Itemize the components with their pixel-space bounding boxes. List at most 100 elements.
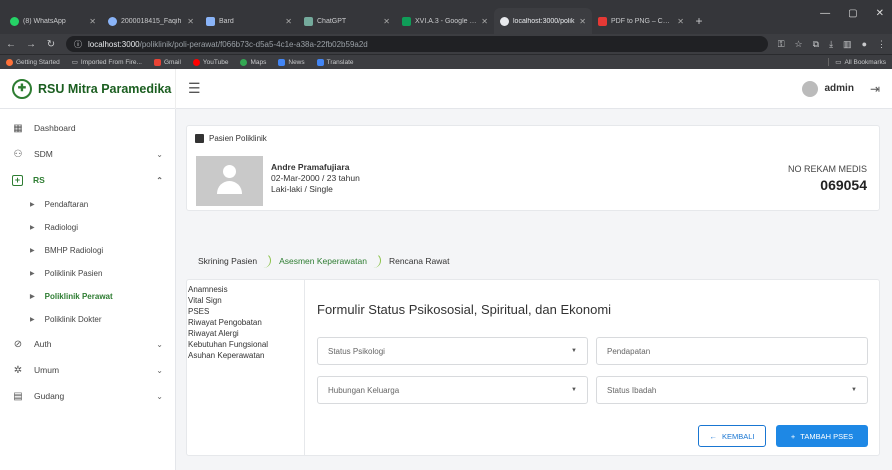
- bookmark[interactable]: Gmail: [153, 58, 181, 66]
- pendapatan-field[interactable]: Pendapatan: [596, 337, 868, 365]
- nav-pses[interactable]: PSES: [187, 306, 304, 317]
- chatgpt-icon: [304, 16, 313, 26]
- sidebar-subitem-bmhp-radiologi[interactable]: ▶ BMHP Radiologi: [0, 239, 175, 262]
- sidebar-item-dashboard[interactable]: ▦ Dashboard: [0, 115, 175, 141]
- sidebar-item-sdm[interactable]: ⚇ SDM ⌄: [0, 141, 175, 167]
- profile-icon[interactable]: ●: [862, 39, 867, 50]
- plus-box-icon: +: [12, 174, 23, 186]
- patient-gender-status: Laki-laki / Single: [271, 184, 333, 194]
- site-info-icon[interactable]: ⓘ: [74, 39, 82, 50]
- patient-card-header: Pasien Poliklinik: [195, 134, 267, 143]
- nav-riwayat-pengobatan[interactable]: Riwayat Pengobatan: [187, 317, 304, 328]
- sidebar-item-rs[interactable]: + RS ⌃: [0, 167, 175, 193]
- back-button[interactable]: ← KEMBALI: [698, 425, 766, 447]
- logout-icon[interactable]: ⇥: [870, 82, 880, 96]
- nav-anamnesis[interactable]: Anamnesis: [187, 284, 304, 295]
- close-tab-icon[interactable]: ✕: [579, 17, 586, 26]
- caret-right-icon: ▶: [30, 248, 35, 254]
- close-tab-icon[interactable]: ✕: [89, 17, 96, 26]
- bookmark[interactable]: News: [278, 58, 305, 66]
- menu-kebab-icon[interactable]: ⋮: [877, 39, 886, 50]
- sidebar-item-auth[interactable]: ⊘ Auth ⌄: [0, 331, 175, 357]
- person-silhouette-icon: [223, 165, 236, 178]
- gear-icon: ✲: [13, 364, 23, 376]
- browser-tab[interactable]: ChatGPT ✕: [298, 8, 396, 34]
- user-menu[interactable]: admin ⇥: [802, 80, 880, 97]
- close-tab-icon[interactable]: ✕: [677, 17, 684, 26]
- dropdown-arrow-icon: ▼: [571, 387, 577, 393]
- close-tab-icon[interactable]: ✕: [285, 17, 292, 26]
- hubungan-keluarga-select[interactable]: Hubungan Keluarga ▼: [317, 376, 588, 404]
- caret-right-icon: ▶: [30, 317, 35, 323]
- add-pses-button[interactable]: + TAMBAH PSES: [776, 425, 868, 447]
- sidebar-item-umum[interactable]: ✲ Umum ⌄: [0, 357, 175, 383]
- medical-record-number: 069054: [820, 177, 867, 193]
- address-bar-row: ← → ↻ ⓘ localhost:3000/poliklinik/poli-p…: [0, 34, 892, 54]
- patient-card: Pasien Poliklinik Andre Pramafujiara 02-…: [186, 125, 880, 211]
- brand[interactable]: ✚ RSU Mitra Paramedika: [0, 68, 176, 109]
- reload-icon[interactable]: ↻: [46, 39, 56, 50]
- folder-icon: ▭: [71, 59, 78, 66]
- bookmark[interactable]: Translate: [316, 58, 354, 66]
- step-skrining-pasien[interactable]: Skrining Pasien: [186, 252, 272, 270]
- sidebar-subitem-poliklinik-perawat[interactable]: ▶ Poliklinik Perawat: [0, 285, 175, 308]
- back-arrow-icon[interactable]: ←: [6, 39, 16, 50]
- user-name: admin: [824, 83, 854, 94]
- caret-right-icon: ▶: [30, 271, 35, 277]
- browser-tab[interactable]: Bard ✕: [200, 8, 298, 34]
- medical-record: NO REKAM MEDIS 069054: [788, 164, 867, 193]
- new-tab-icon[interactable]: +: [690, 8, 708, 34]
- sidebar-subitem-radiologi[interactable]: ▶ Radiologi: [0, 216, 175, 239]
- sheets-icon: [402, 16, 411, 26]
- browser-tab[interactable]: PDF to PNG – Conve ✕: [592, 8, 690, 34]
- hamburger-menu-icon[interactable]: ☰: [188, 80, 201, 97]
- globe-icon: [500, 16, 509, 26]
- extensions-icon[interactable]: ⧉: [813, 39, 819, 50]
- patient-info: Andre Pramafujiara 02-Mar-2000 / 23 tahu…: [271, 162, 360, 195]
- firefox-icon: [6, 58, 13, 66]
- url-field[interactable]: ⓘ localhost:3000/poliklinik/poli-perawat…: [66, 36, 768, 52]
- forward-arrow-icon[interactable]: →: [26, 39, 36, 50]
- close-tab-icon[interactable]: ✕: [481, 17, 488, 26]
- chevron-down-icon: ⌄: [156, 365, 163, 375]
- browser-tab[interactable]: (8) WhatsApp ✕: [4, 8, 102, 34]
- sidepanel-icon[interactable]: ▥: [843, 39, 852, 50]
- browser-tab[interactable]: XVI.A.3 - Google Spr ✕: [396, 8, 494, 34]
- chevron-up-icon: ⌃: [156, 175, 163, 185]
- maximize-icon[interactable]: ▢: [848, 8, 857, 19]
- brand-name: RSU Mitra Paramedika: [38, 81, 172, 96]
- status-psikologi-select[interactable]: Status Psikologi ▼: [317, 337, 588, 365]
- sidebar-subitem-pendaftaran[interactable]: ▶ Pendaftaran: [0, 193, 175, 216]
- pdf-icon: [598, 16, 607, 26]
- step-rencana-rawat[interactable]: Rencana Rawat: [377, 252, 459, 270]
- browser-tab[interactable]: 2000018415_Faqih ✕: [102, 8, 200, 34]
- status-ibadah-select[interactable]: Status Ibadah ▼: [596, 376, 868, 404]
- bookmark[interactable]: Maps: [240, 58, 266, 66]
- dropdown-arrow-icon: ▼: [571, 348, 577, 354]
- nav-kebutuhan-fungsional[interactable]: Kebutuhan Fungsional: [187, 339, 304, 350]
- nav-vital-sign[interactable]: Vital Sign: [187, 295, 304, 306]
- close-window-icon[interactable]: ✕: [876, 8, 884, 19]
- browser-tab-bar: (8) WhatsApp ✕ 2000018415_Faqih ✕ Bard ✕ Ch…: [0, 0, 892, 34]
- folder-icon: ▭: [835, 59, 842, 66]
- bookmark-folder[interactable]: ▭ Imported From Fire...: [71, 58, 142, 67]
- minimize-icon[interactable]: —: [820, 8, 830, 19]
- bookmark[interactable]: YouTube: [192, 58, 228, 66]
- close-tab-icon[interactable]: ✕: [383, 17, 390, 26]
- browser-tab-active[interactable]: localhost:3000/polik ✕: [494, 8, 592, 34]
- form-title: Formulir Status Psikososial, Spiritual, …: [317, 302, 612, 317]
- bookmark-star-icon[interactable]: ☆: [795, 39, 803, 50]
- sidebar-subitem-poliklinik-pasien[interactable]: ▶ Poliklinik Pasien: [0, 262, 175, 285]
- bookmark[interactable]: Getting Started: [6, 58, 60, 66]
- nav-riwayat-alergi[interactable]: Riwayat Alergi: [187, 328, 304, 339]
- all-bookmarks[interactable]: ▭ All Bookmarks: [828, 58, 886, 66]
- maps-icon: [240, 58, 248, 66]
- sidebar-item-gudang[interactable]: ▤ Gudang ⌄: [0, 383, 175, 409]
- download-icon[interactable]: ⤓: [829, 39, 833, 50]
- close-tab-icon[interactable]: ✕: [187, 17, 194, 26]
- nav-asuhan-keperawatan[interactable]: Asuhan Keperawatan: [187, 350, 304, 361]
- password-key-icon[interactable]: ⚿: [778, 39, 785, 50]
- step-asesmen-keperawatan[interactable]: Asesmen Keperawatan: [267, 252, 381, 270]
- arrow-left-icon: ←: [709, 431, 717, 441]
- sidebar-subitem-poliklinik-dokter[interactable]: ▶ Poliklinik Dokter: [0, 308, 175, 331]
